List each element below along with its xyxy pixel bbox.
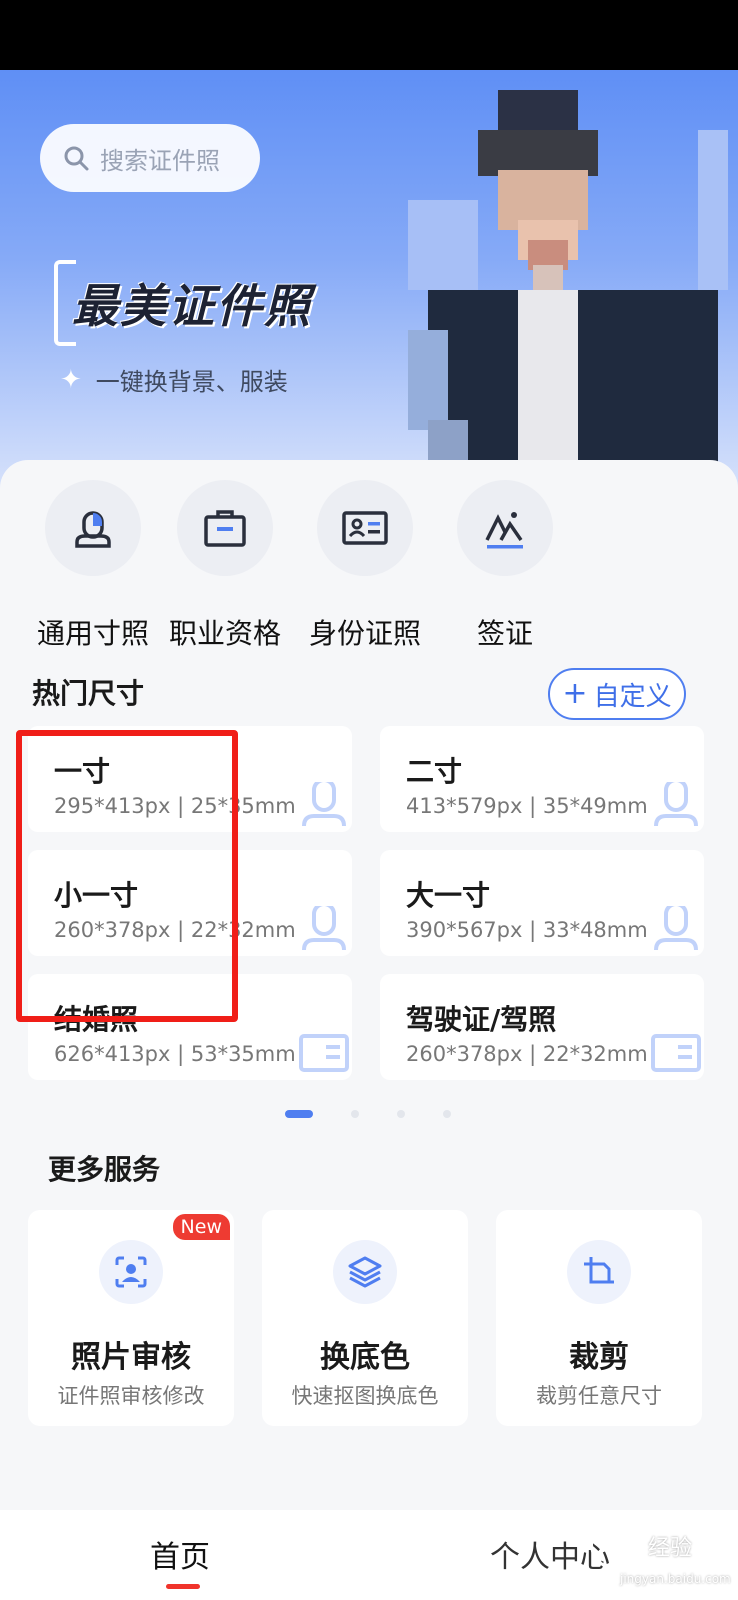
size-name: 驾驶证/驾照 — [406, 1003, 557, 1036]
service-desc: 裁剪任意尺寸 — [536, 1384, 662, 1408]
hero-subtitle-row: ✦ 一键换背景、服装 — [60, 362, 288, 397]
size-name: 二寸 — [406, 755, 463, 788]
nav-active-indicator — [166, 1584, 200, 1589]
size-spec: 626*413px | 53*35mm — [54, 1042, 296, 1066]
service-change-background[interactable]: 换底色 快速抠图换底色 — [262, 1210, 468, 1426]
category-icon-circle — [457, 480, 553, 576]
person-watermark-icon — [654, 906, 698, 951]
page-dot[interactable] — [443, 1110, 451, 1118]
hero-banner[interactable]: 搜索证件照 最美证件照 ✦ 一键换背景、服装 — [0, 70, 738, 490]
category-visa[interactable]: 签证 — [440, 480, 570, 652]
service-desc: 证件照审核修改 — [57, 1384, 205, 1408]
service-name: 换底色 — [320, 1340, 410, 1375]
category-label: 签证 — [476, 617, 533, 650]
custom-size-label: 自定义 — [593, 681, 672, 712]
service-photo-review[interactable]: New 照片审核 证件照审核修改 — [28, 1210, 234, 1426]
page-dot-active[interactable] — [285, 1110, 313, 1118]
hero-title-block: 最美证件照 — [54, 260, 374, 346]
watermark-site: jingyan.baidu.com — [620, 1572, 731, 1586]
briefcase-icon — [204, 510, 246, 547]
category-icon-circle — [45, 480, 141, 576]
nav-home-tab[interactable]: 首页 — [150, 1532, 210, 1576]
id-card-icon — [342, 511, 388, 545]
annotation-highlight-box — [16, 730, 238, 1022]
baidu-jingyan-watermark: 经验 jingyan.baidu.com — [590, 1518, 731, 1586]
search-bar[interactable]: 搜索证件照 — [40, 124, 260, 192]
size-spec: 390*567px | 33*48mm — [406, 918, 648, 942]
crop-icon — [584, 1257, 614, 1284]
size-card-driver-license[interactable]: 驾驶证/驾照 260*378px | 22*32mm — [380, 974, 704, 1080]
category-icon-circle — [317, 480, 413, 576]
hero-title: 最美证件照 — [72, 279, 312, 333]
sparkle-icon: ✦ — [60, 364, 82, 395]
bottom-nav: 首页 个人中心 经验 jingyan.baidu.com — [0, 1510, 738, 1600]
person-bust-icon — [75, 511, 111, 548]
category-label: 身份证照 — [308, 617, 421, 650]
mountain-visa-icon — [485, 512, 523, 549]
id-card-watermark-icon — [651, 1034, 701, 1072]
service-name: 裁剪 — [569, 1340, 629, 1375]
page-dot[interactable] — [397, 1110, 405, 1118]
size-card-large-1cun[interactable]: 大一寸 390*567px | 33*48mm — [380, 850, 704, 956]
hero-subtitle: 一键换背景、服装 — [95, 368, 288, 396]
category-icon-circle — [177, 480, 273, 576]
service-icon-circle — [567, 1240, 631, 1304]
service-name: 照片审核 — [71, 1340, 191, 1375]
carousel-page-indicator — [285, 1110, 489, 1118]
search-placeholder: 搜索证件照 — [100, 146, 220, 175]
service-icon-circle — [99, 1240, 163, 1304]
new-badge: New — [172, 1214, 230, 1240]
category-professional[interactable]: 职业资格 — [160, 480, 290, 652]
layers-icon — [348, 1256, 382, 1288]
category-label: 职业资格 — [168, 617, 281, 650]
person-watermark-icon — [654, 782, 698, 827]
more-services-title: 更多服务 — [48, 1153, 161, 1186]
plus-icon: + — [562, 676, 588, 711]
page-dot[interactable] — [351, 1110, 359, 1118]
category-label: 通用寸照 — [36, 617, 149, 650]
paw-logo-icon — [590, 1518, 642, 1570]
size-card-2cun[interactable]: 二寸 413*579px | 35*49mm — [380, 726, 704, 832]
status-bar — [0, 0, 738, 70]
search-icon — [64, 146, 89, 171]
category-row: 通用寸照 职业资格 身份证照 签证 — [0, 480, 738, 650]
category-id-card[interactable]: 身份证照 — [300, 480, 430, 652]
size-spec: 260*378px | 22*32mm — [406, 1042, 648, 1066]
custom-size-button[interactable]: + 自定义 — [548, 668, 686, 720]
person-watermark-icon — [302, 906, 346, 951]
watermark-brand: 经验 — [648, 1536, 693, 1561]
service-crop[interactable]: 裁剪 裁剪任意尺寸 — [496, 1210, 702, 1426]
id-card-watermark-icon — [299, 1034, 349, 1072]
person-watermark-icon — [302, 782, 346, 827]
size-spec: 413*579px | 35*49mm — [406, 794, 648, 818]
face-scan-icon — [115, 1256, 147, 1288]
model-portrait-image — [408, 90, 728, 490]
hot-sizes-title: 热门尺寸 — [32, 677, 145, 710]
service-desc: 快速抠图换底色 — [291, 1384, 439, 1408]
category-general[interactable]: 通用寸照 — [28, 480, 158, 652]
size-name: 大一寸 — [406, 879, 491, 912]
service-icon-circle — [333, 1240, 397, 1304]
